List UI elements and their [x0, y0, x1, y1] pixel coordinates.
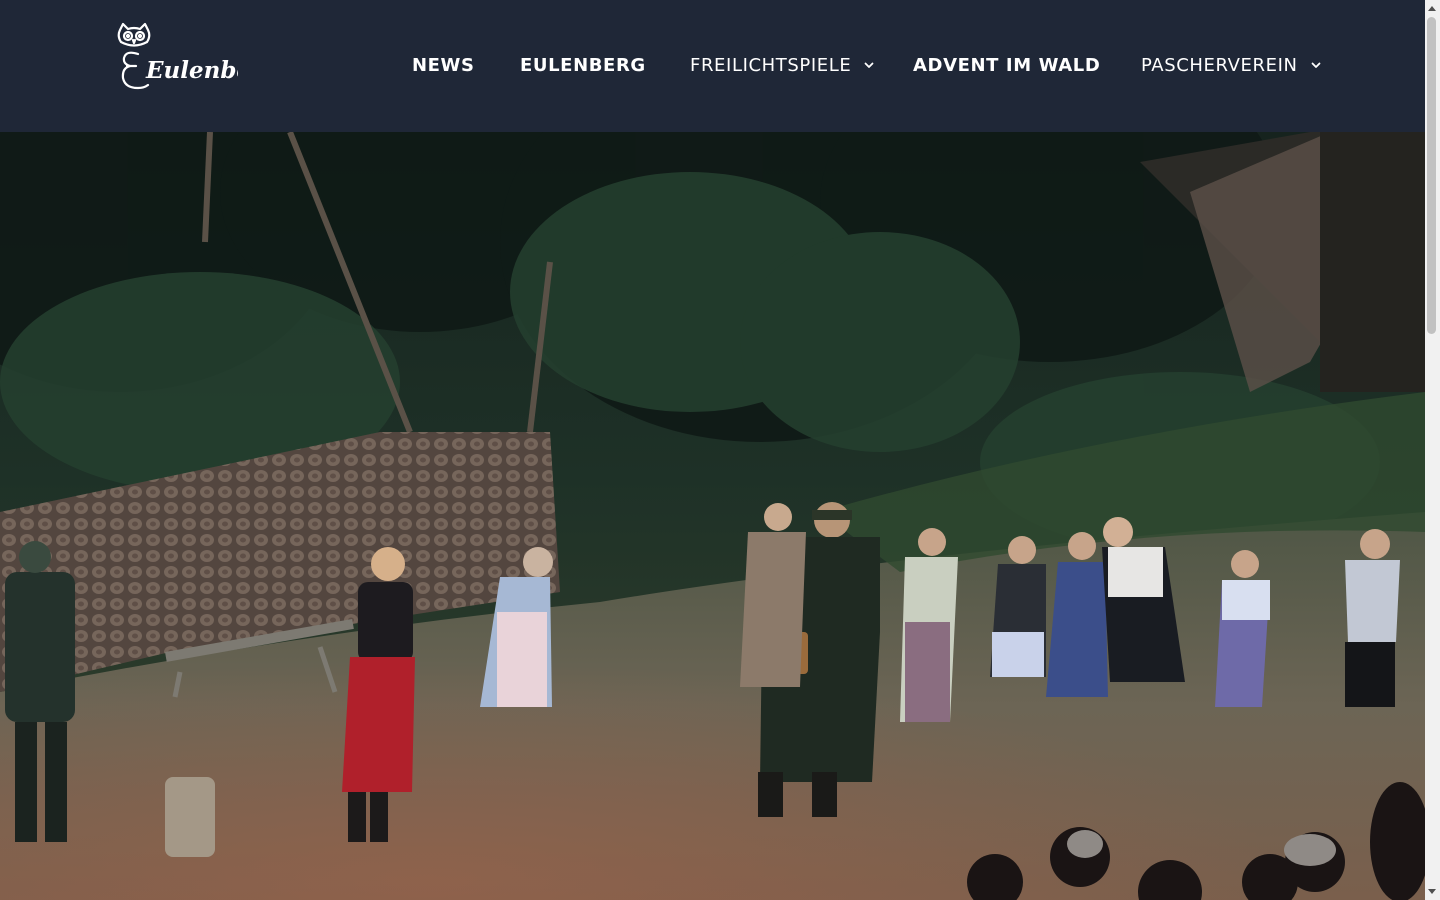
- page: Eulenberg NEWS EULENBERG FREILICHTSPIELE…: [0, 0, 1440, 900]
- owl-icon: Eulenberg: [117, 22, 279, 90]
- nav-item-pascherverein[interactable]: PASCHERVEREIN: [1141, 53, 1322, 77]
- page-scrollbar[interactable]: [1425, 0, 1440, 900]
- nav-item-advent-im-wald-label: ADVENT IM WALD: [913, 54, 1101, 76]
- nav-item-news[interactable]: NEWS: [412, 53, 475, 77]
- nav-item-freilichtspiele[interactable]: FREILICHTSPIELE: [690, 53, 875, 77]
- scroll-down-arrow-icon[interactable]: [1428, 889, 1436, 894]
- site-header: Eulenberg NEWS EULENBERG FREILICHTSPIELE…: [0, 0, 1425, 132]
- site-logo[interactable]: Eulenberg: [114, 22, 279, 96]
- nav-item-news-label: NEWS: [412, 54, 475, 76]
- chevron-down-icon: [864, 62, 874, 68]
- chevron-down-icon: [1311, 62, 1320, 68]
- nav-item-eulenberg[interactable]: EULENBERG: [520, 53, 646, 77]
- nav-item-eulenberg-label: EULENBERG: [520, 54, 646, 76]
- nav-item-freilichtspiele-label: FREILICHTSPIELE: [690, 54, 852, 76]
- hero-photo-illustration: [0, 132, 1425, 900]
- hero-image: [0, 132, 1425, 900]
- nav-item-advent-im-wald[interactable]: ADVENT IM WALD: [913, 53, 1100, 77]
- nav-item-pascherverein-label: PASCHERVEREIN: [1141, 54, 1298, 76]
- scrollbar-thumb[interactable]: [1427, 17, 1436, 334]
- scroll-up-arrow-icon[interactable]: [1428, 6, 1436, 11]
- logo-wordmark: Eulenberg: [145, 57, 238, 84]
